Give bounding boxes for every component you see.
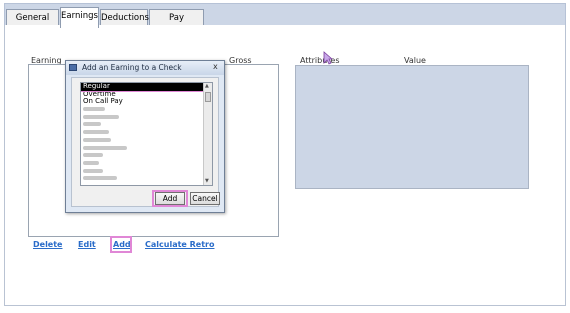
attributes-grid[interactable] xyxy=(295,65,529,189)
list-item-redacted[interactable] xyxy=(81,129,212,137)
edit-link[interactable]: Edit xyxy=(78,240,96,249)
calculate-retro-link[interactable]: Calculate Retro xyxy=(145,240,214,249)
list-item-redacted[interactable] xyxy=(81,160,212,168)
list-item-redacted[interactable] xyxy=(81,137,212,145)
mouse-pointer-icon xyxy=(323,51,333,65)
dialog-body: Regular Overtime On Call Pay ▲ ▼ Add Can… xyxy=(71,77,220,207)
close-icon[interactable]: x xyxy=(213,62,218,71)
value-column-header: Value xyxy=(404,56,426,65)
list-item-redacted[interactable] xyxy=(81,168,212,176)
scrollbar-thumb[interactable] xyxy=(205,92,211,102)
tab-earnings[interactable]: Earnings xyxy=(60,7,99,28)
scroll-down-icon[interactable]: ▼ xyxy=(205,178,209,184)
scroll-up-icon[interactable]: ▲ xyxy=(205,83,209,89)
list-item-redacted[interactable] xyxy=(81,145,212,153)
add-link-highlight xyxy=(110,236,132,253)
dialog-title: Add an Earning to a Check xyxy=(82,63,182,72)
delete-link[interactable]: Delete xyxy=(33,240,62,249)
list-item-on-call-pay[interactable]: On Call Pay xyxy=(81,98,212,106)
list-scrollbar[interactable]: ▲ ▼ xyxy=(203,83,212,185)
add-button-highlight xyxy=(152,190,188,207)
list-item-redacted[interactable] xyxy=(81,106,212,114)
earning-type-list[interactable]: Regular Overtime On Call Pay ▲ ▼ xyxy=(80,82,213,186)
add-earning-dialog: Add an Earning to a Check x Regular Over… xyxy=(65,60,225,213)
list-item-redacted[interactable] xyxy=(81,121,212,129)
window-icon xyxy=(69,64,77,71)
list-item-redacted[interactable] xyxy=(81,175,212,183)
list-item-redacted[interactable] xyxy=(81,114,212,122)
dialog-titlebar[interactable]: Add an Earning to a Check x xyxy=(66,61,224,75)
attributes-column-header: Attributes xyxy=(300,56,340,65)
dialog-cancel-button[interactable]: Cancel xyxy=(190,192,220,205)
tab-strip: General Info Earnings Deductions Pay All… xyxy=(4,3,566,39)
list-item-redacted[interactable] xyxy=(81,152,212,160)
